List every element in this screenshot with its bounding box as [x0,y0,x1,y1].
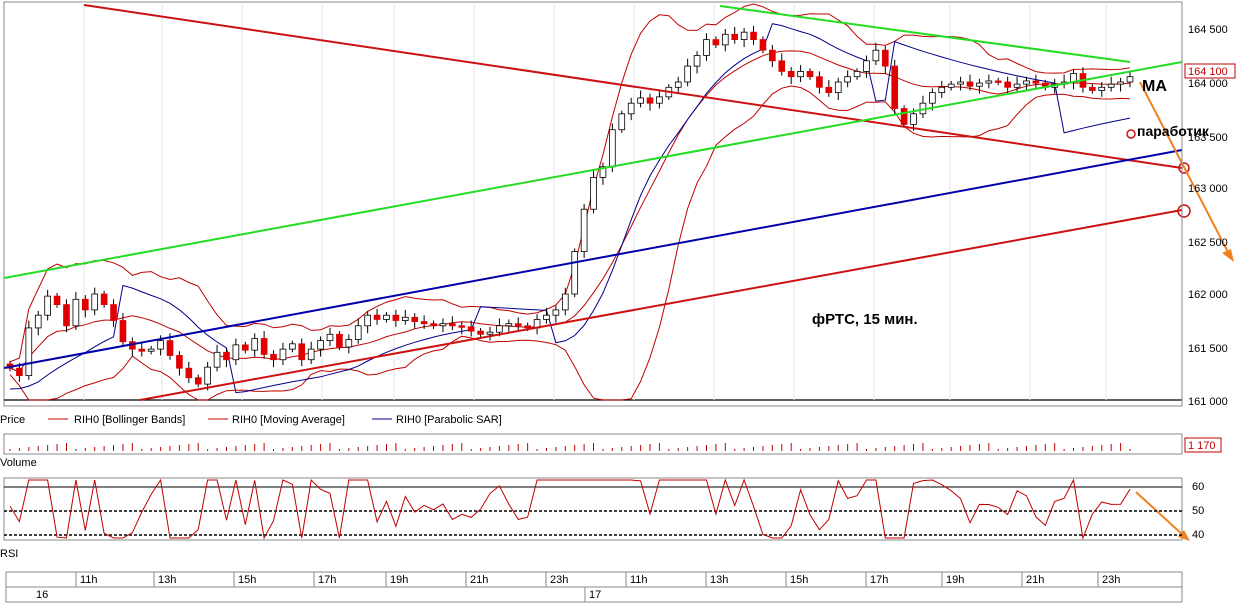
rsi-tick: 50 [1192,505,1204,517]
hour-label: 15h [238,574,256,586]
price-tick: 162 000 [1188,289,1228,301]
candle [618,110,626,133]
price-axis: 164 500 164 000 163 500 163 000 162 500 … [1181,2,1236,408]
day-label: 17 [589,589,601,601]
rsi-tick: 60 [1192,481,1204,493]
legend-parabolic-sar: RIH0 [Parabolic SAR] [396,414,502,426]
hour-label: 11h [630,574,648,586]
candle [571,248,579,298]
hour-label: 17h [318,574,336,586]
hour-label: 17h [870,574,888,586]
hour-label: 19h [946,574,964,586]
legend-bollinger: RIH0 [Bollinger Bands] [74,414,185,426]
ma-annotation: MA [1142,78,1167,95]
hour-label: 21h [1026,574,1044,586]
candle [609,123,616,173]
chart-annotation-title: фРТС, 15 мин. [812,311,918,328]
volume-value: 1 170 [1188,440,1216,452]
chart-svg: 164 500 164 000 163 500 163 000 162 500 … [0,1,1236,603]
hour-label: 11h [80,574,98,586]
volume-panel [3,433,1183,455]
day-label: 16 [36,589,48,601]
parabolic-annotation: паработик [1137,123,1210,139]
current-price-label: 164 100 [1188,66,1228,78]
hour-label: 13h [710,574,728,586]
price-tick: 161 500 [1188,343,1228,355]
hour-label: 19h [390,574,408,586]
candle [900,105,908,128]
candle [891,59,899,114]
legend-moving-average: RIH0 [Moving Average] [232,414,345,426]
candle [336,331,343,351]
hour-label: 15h [790,574,808,586]
rsi-tick: 40 [1192,529,1204,541]
candle [25,320,33,380]
price-panel-label: Price [0,414,25,426]
price-tick: 164 500 [1188,24,1228,36]
candle [580,203,588,258]
hour-label: 23h [1102,574,1120,586]
volume-panel-label: Volume [0,457,37,469]
price-tick: 162 500 [1188,237,1228,249]
price-tick: 163 000 [1188,183,1228,195]
rsi-panel-label: RSI [0,548,18,560]
hour-label: 13h [158,574,176,586]
price-tick: 161 000 [1188,396,1228,408]
hour-label: 23h [550,574,568,586]
hour-label: 21h [470,574,488,586]
price-tick: 164 000 [1188,78,1228,90]
